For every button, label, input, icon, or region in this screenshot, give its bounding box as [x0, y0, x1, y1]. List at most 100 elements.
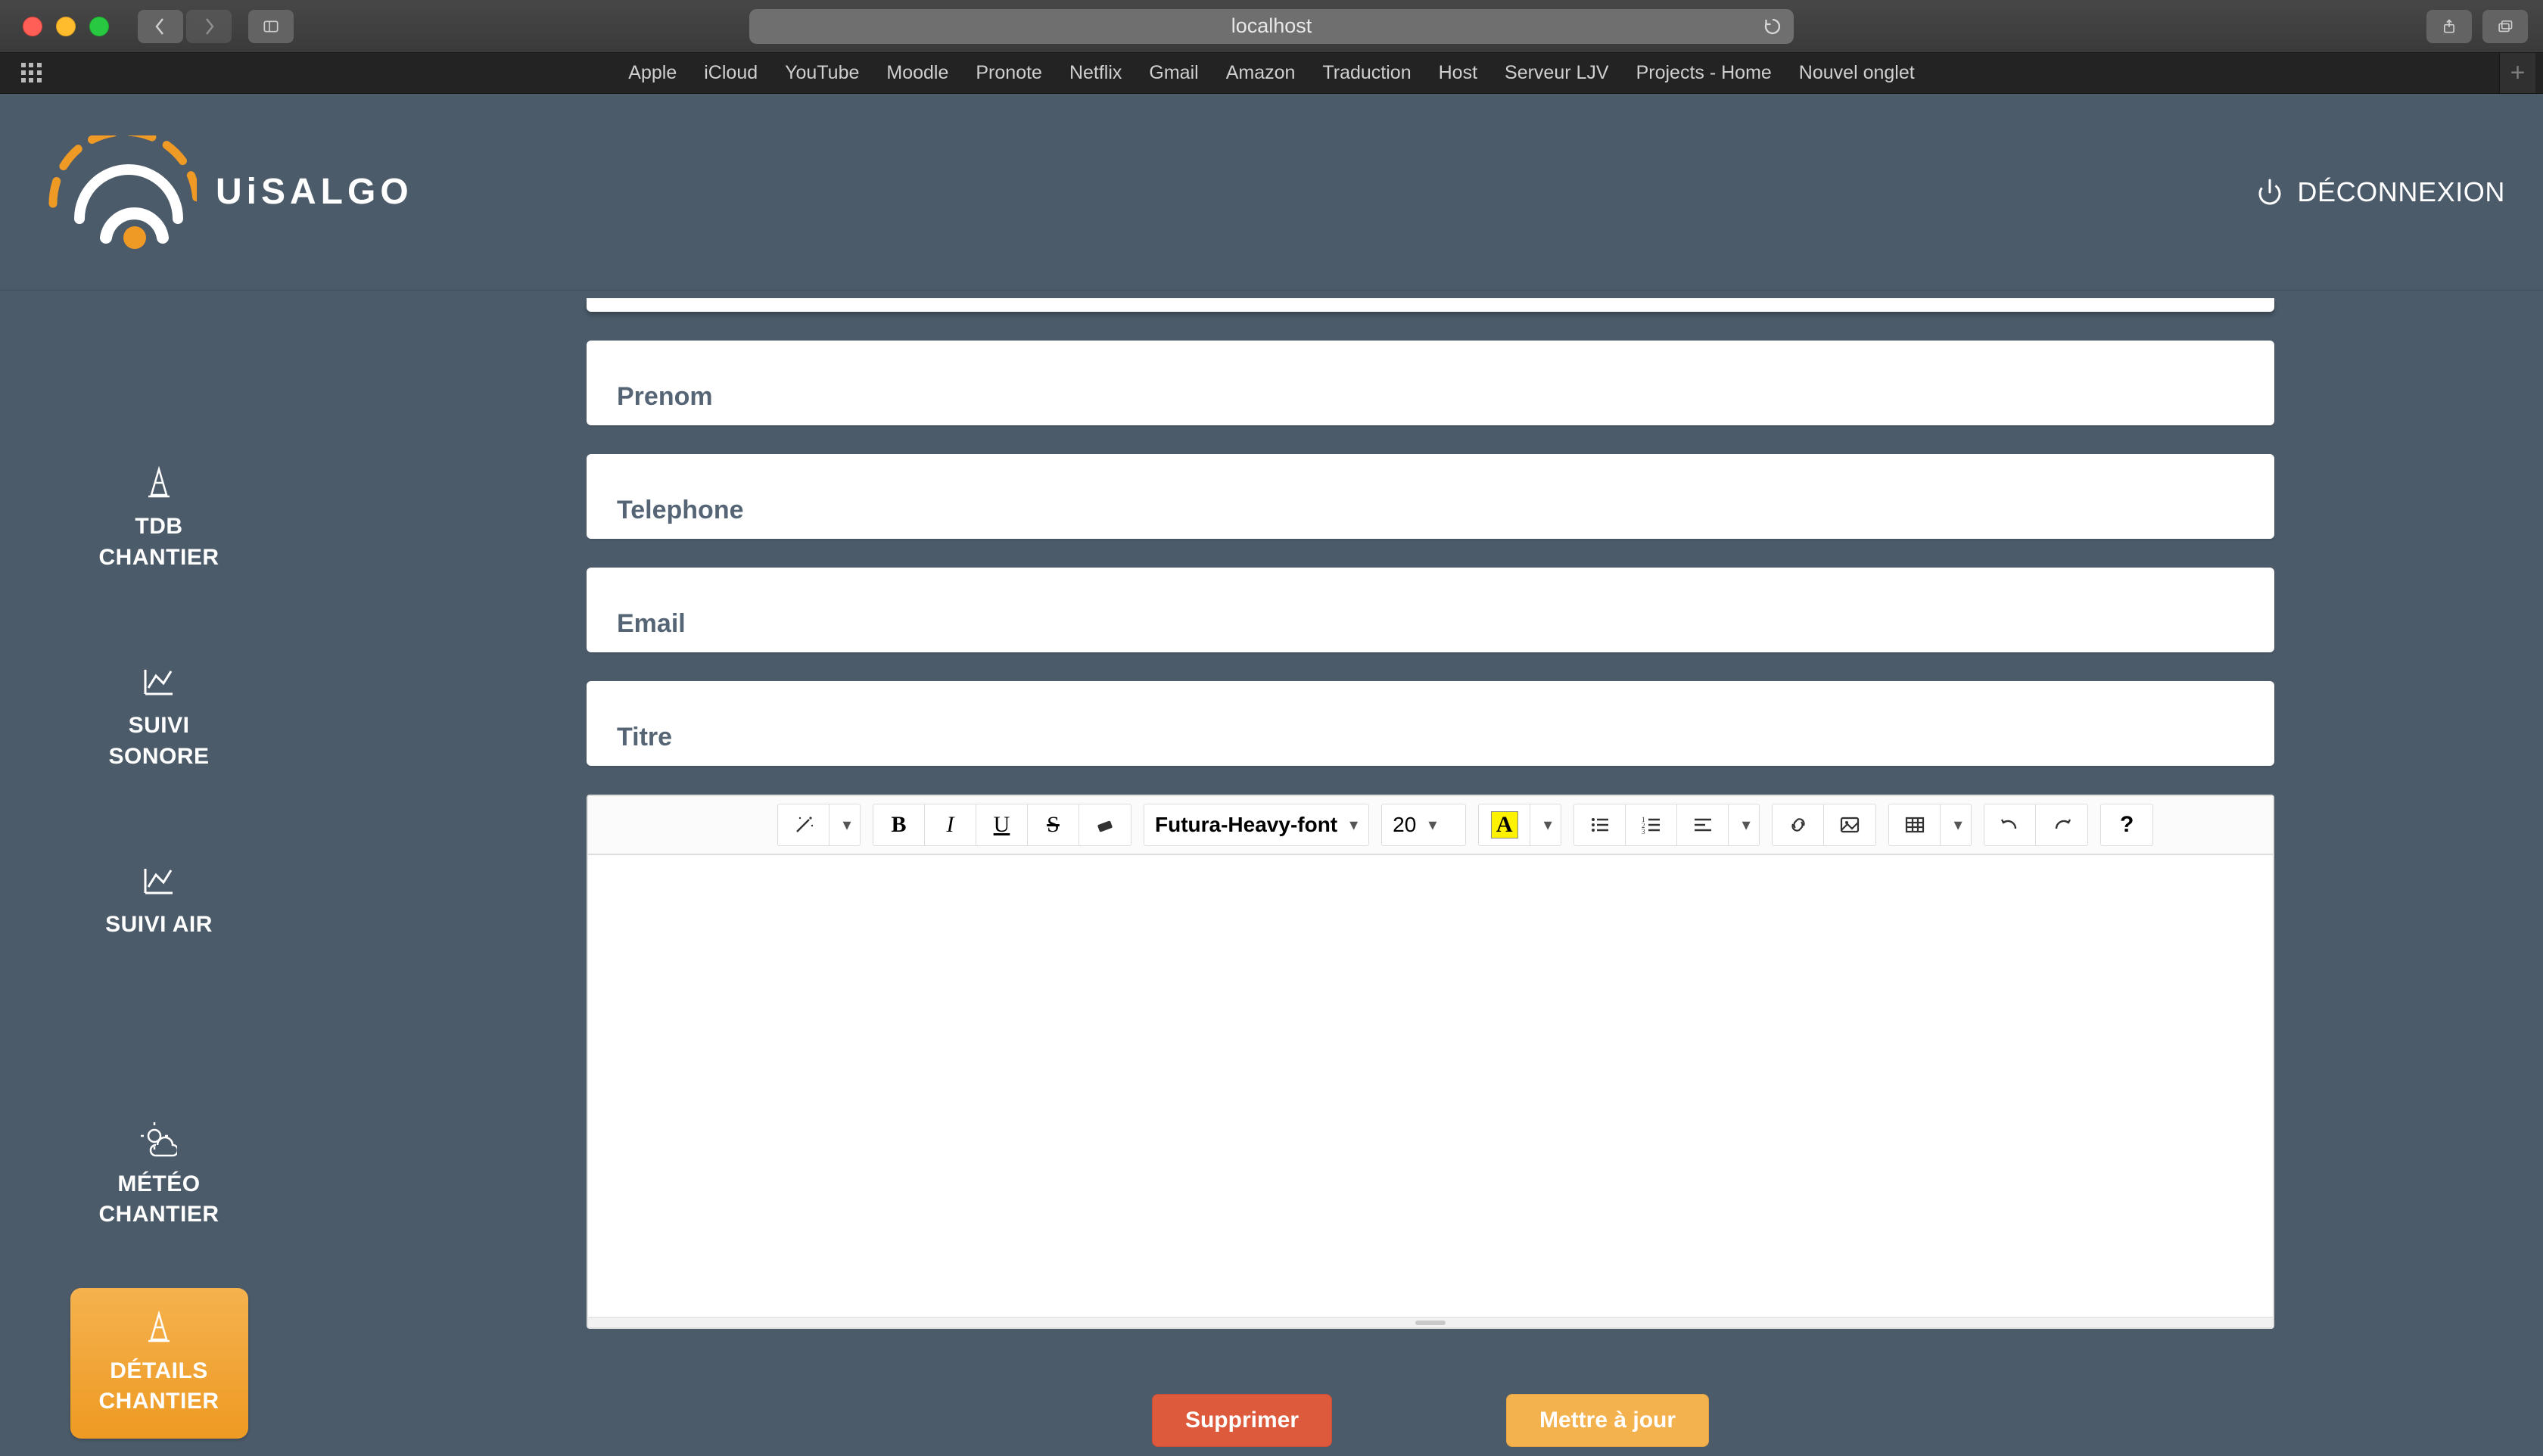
- vertical-nav: TDB CHANTIER SUIVI SONORE: [0, 291, 318, 1456]
- wand-icon: [792, 814, 815, 836]
- favorite-link[interactable]: Serveur LJV: [1505, 62, 1609, 84]
- partial-field-above: [587, 298, 2274, 312]
- favorite-link[interactable]: Nouvel onglet: [1799, 62, 1915, 84]
- browser-favorites-bar: Apple iCloud YouTube Moodle Pronote Netf…: [0, 53, 2543, 94]
- editor-bold-button[interactable]: B: [873, 804, 925, 845]
- logo-text: UiSALGO: [216, 171, 413, 213]
- logout-label: DÉCONNEXION: [2297, 176, 2505, 208]
- delete-button[interactable]: Supprimer: [1152, 1394, 1332, 1447]
- update-button[interactable]: Mettre à jour: [1506, 1394, 1709, 1447]
- nav-item-label: SUIVI: [108, 711, 209, 742]
- favorite-link[interactable]: Moodle: [886, 62, 948, 84]
- editor-font-size-select[interactable]: 20: [1382, 804, 1465, 845]
- logout-button[interactable]: DÉCONNEXION: [2256, 176, 2505, 208]
- editor-table-button[interactable]: [1889, 804, 1941, 845]
- editor-body[interactable]: [588, 855, 2273, 1317]
- editor-text-color-button[interactable]: A: [1479, 804, 1530, 845]
- rich-text-editor: B I U S Futura-Heavy-font: [587, 795, 2274, 1329]
- list-ul-icon: [1589, 814, 1611, 836]
- nav-item-label: MÉTÉO: [99, 1169, 219, 1200]
- favorite-link[interactable]: Amazon: [1226, 62, 1296, 84]
- nav-item-label: DÉTAILS: [99, 1356, 219, 1387]
- editor-text-color-dropdown[interactable]: [1530, 804, 1561, 845]
- editor-ol-button[interactable]: 123: [1626, 804, 1677, 845]
- browser-tabs-button[interactable]: [2482, 10, 2528, 43]
- editor-underline-button[interactable]: U: [976, 804, 1028, 845]
- favorites-grid-button[interactable]: [21, 63, 42, 84]
- editor-image-button[interactable]: [1824, 804, 1875, 845]
- editor-resize-handle[interactable]: [588, 1317, 2273, 1327]
- favorite-link[interactable]: Gmail: [1149, 62, 1198, 84]
- weather-icon: [141, 1122, 177, 1159]
- favorites-links: Apple iCloud YouTube Moodle Pronote Netf…: [628, 62, 1914, 84]
- redo-icon: [2050, 814, 2073, 836]
- window-controls: [23, 17, 109, 36]
- browser-forward-button[interactable]: [186, 10, 232, 43]
- field-label: Telephone: [617, 496, 744, 525]
- chart-icon: [141, 863, 177, 899]
- logo-icon: [38, 135, 197, 249]
- favorite-link[interactable]: iCloud: [704, 62, 758, 84]
- browser-refresh-button[interactable]: [1760, 14, 1785, 39]
- nav-item-suivi-air[interactable]: SUIVI AIR: [70, 863, 248, 941]
- text-color-icon: A: [1491, 811, 1518, 838]
- editor-align-button[interactable]: [1677, 804, 1729, 845]
- eraser-icon: [1094, 814, 1116, 836]
- nav-item-details-chantier[interactable]: DÉTAILS CHANTIER: [70, 1288, 248, 1439]
- nav-item-meteo-chantier[interactable]: MÉTÉO CHANTIER: [70, 1122, 248, 1230]
- favorite-link[interactable]: YouTube: [785, 62, 859, 84]
- list-ol-icon: 123: [1640, 814, 1663, 836]
- browser-toolbar: localhost: [0, 0, 2543, 53]
- undo-icon: [1999, 814, 2022, 836]
- editor-font-family-select[interactable]: Futura-Heavy-font: [1144, 804, 1368, 845]
- editor-magic-button[interactable]: [778, 804, 830, 845]
- favorite-link[interactable]: Projects - Home: [1636, 62, 1772, 84]
- favorite-link[interactable]: Host: [1439, 62, 1477, 84]
- favorites-add-button[interactable]: +: [2499, 53, 2535, 93]
- favorite-link[interactable]: Apple: [628, 62, 677, 84]
- nav-item-label: TDB: [99, 512, 219, 543]
- field-prenom[interactable]: Prenom: [587, 341, 2274, 425]
- editor-ul-button[interactable]: [1574, 804, 1626, 845]
- window-close-button[interactable]: [23, 17, 42, 36]
- browser-back-button[interactable]: [138, 10, 183, 43]
- nav-item-suivi-sonore[interactable]: SUIVI SONORE: [70, 664, 248, 772]
- editor-table-dropdown[interactable]: [1941, 804, 1971, 845]
- browser-sidebar-button[interactable]: [248, 10, 294, 43]
- editor-italic-button[interactable]: I: [925, 804, 976, 845]
- window-minimize-button[interactable]: [56, 17, 76, 36]
- editor-magic-dropdown[interactable]: [830, 804, 860, 845]
- nav-item-label: SONORE: [108, 742, 209, 773]
- editor-link-button[interactable]: [1773, 804, 1824, 845]
- window-zoom-button[interactable]: [89, 17, 109, 36]
- editor-erase-button[interactable]: [1079, 804, 1131, 845]
- field-titre[interactable]: Titre: [587, 681, 2274, 766]
- chart-icon: [141, 664, 177, 700]
- editor-help-button[interactable]: ?: [2101, 804, 2152, 845]
- app-logo[interactable]: UiSALGO: [38, 135, 413, 249]
- favorite-link[interactable]: Netflix: [1069, 62, 1122, 84]
- favorite-link[interactable]: Pronote: [976, 62, 1042, 84]
- cone-icon: [141, 1309, 177, 1346]
- image-icon: [1838, 814, 1861, 836]
- editor-redo-button[interactable]: [2036, 804, 2087, 845]
- field-label: Titre: [617, 723, 672, 752]
- nav-item-label: CHANTIER: [99, 543, 219, 574]
- editor-undo-button[interactable]: [1984, 804, 2036, 845]
- field-email[interactable]: Email: [587, 568, 2274, 652]
- favorite-link[interactable]: Traduction: [1322, 62, 1411, 84]
- nav-item-tdb-chantier[interactable]: TDB CHANTIER: [70, 465, 248, 573]
- cone-icon: [141, 465, 177, 501]
- browser-share-button[interactable]: [2426, 10, 2472, 43]
- editor-strike-button[interactable]: S: [1028, 804, 1079, 845]
- editor-font-family-value: Futura-Heavy-font: [1155, 813, 1337, 837]
- browser-url-bar[interactable]: localhost: [749, 9, 1794, 44]
- form-actions: Supprimer Mettre à jour: [587, 1394, 2274, 1447]
- browser-url-text: localhost: [1231, 14, 1312, 38]
- svg-text:3: 3: [1642, 828, 1645, 835]
- field-telephone[interactable]: Telephone: [587, 454, 2274, 539]
- field-label: Prenom: [617, 382, 713, 412]
- editor-align-dropdown[interactable]: [1729, 804, 1759, 845]
- field-label: Email: [617, 609, 686, 639]
- nav-item-label: CHANTIER: [99, 1199, 219, 1230]
